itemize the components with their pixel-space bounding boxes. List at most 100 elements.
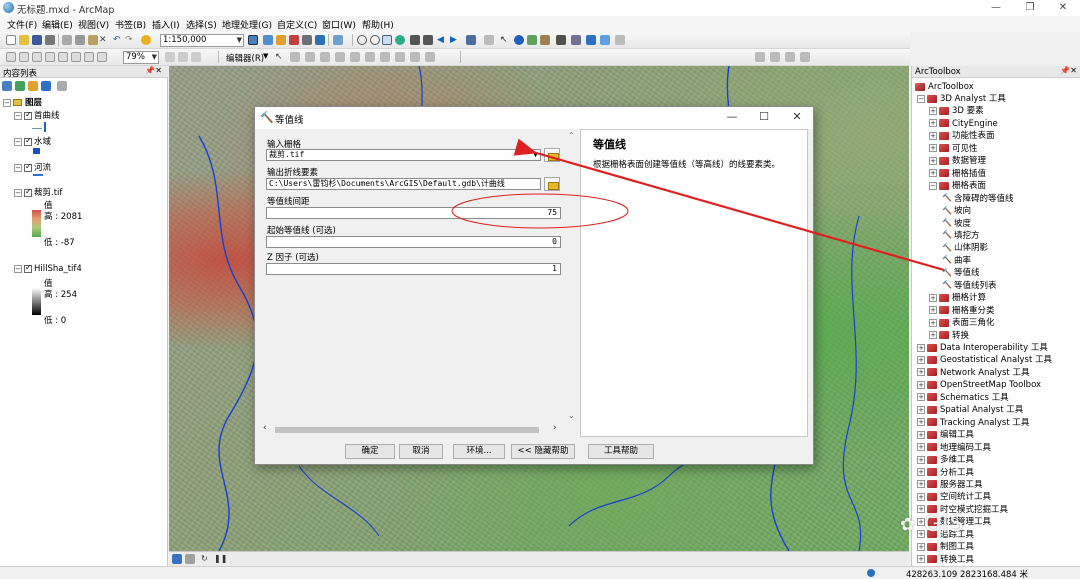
layout-forward-icon[interactable] (97, 52, 107, 62)
hyperlink-icon[interactable] (540, 35, 550, 45)
toolbox-tool-item[interactable]: 🔨 山体阴影 (942, 242, 988, 254)
select-features-icon[interactable] (466, 35, 476, 45)
toolbox-tool-item[interactable]: 🔨 坡度 (942, 218, 971, 230)
toolbox-item[interactable]: + 多维工具 (917, 454, 974, 466)
toolbox-tool-item[interactable]: 🔨 等值线 (942, 267, 980, 279)
dialog-close-icon[interactable]: ✕ (782, 110, 812, 123)
toolbox-item[interactable]: + 制图工具 (917, 541, 974, 553)
toolbox-item[interactable]: + Geostatistical Analyst 工具 (917, 354, 1052, 366)
menu-help[interactable]: 帮助(H) (362, 18, 394, 31)
expand-icon[interactable]: + (917, 405, 925, 414)
editor-toolbar-icon[interactable] (248, 35, 258, 45)
list-by-source-icon[interactable] (15, 81, 25, 91)
expand-icon[interactable]: + (929, 131, 937, 140)
collapse-icon[interactable]: − (917, 94, 925, 103)
fixed-zoom-in-icon[interactable] (410, 35, 420, 45)
pin-icon[interactable]: 📌✕ (1060, 66, 1077, 75)
create-features-icon[interactable] (425, 52, 435, 62)
toolbox-item[interactable]: + 栅格计算 (929, 292, 986, 304)
focus-data-frame-icon[interactable] (165, 52, 175, 62)
toolbox-item[interactable]: + 可见性 (929, 143, 978, 155)
vertical-scrollbar[interactable]: ⌃ ⌄ (566, 129, 578, 433)
fixed-zoom-out-icon[interactable] (423, 35, 433, 45)
toolbox-item[interactable]: + CityEngine (929, 118, 998, 130)
open-icon[interactable] (19, 35, 29, 45)
toc-layer-row[interactable]: − HillSha_tif4 (14, 263, 82, 274)
arctoolbox-icon[interactable] (289, 35, 299, 45)
toolbox-item[interactable]: + 功能性表面 (929, 130, 995, 142)
collapse-icon[interactable]: − (14, 163, 22, 172)
chevron-down-icon[interactable]: ▼ (533, 150, 538, 160)
layout-whole-page-icon[interactable] (58, 52, 68, 62)
menu-geoprocessing[interactable]: 地理处理(G) (222, 18, 272, 31)
straight-segment-icon[interactable] (305, 52, 315, 62)
scroll-down-icon[interactable]: ⌄ (568, 411, 575, 420)
collapse-icon[interactable]: − (3, 98, 11, 107)
select-elements-icon[interactable]: ↖ (500, 35, 510, 45)
pan-icon[interactable] (382, 35, 392, 45)
zoom-out-icon[interactable] (370, 35, 380, 45)
expand-icon[interactable]: + (929, 306, 937, 315)
toolbox-tool-item[interactable]: 🔨 等值线列表 (942, 280, 997, 292)
scroll-left-icon[interactable]: ‹ (263, 423, 267, 433)
expand-icon[interactable]: + (917, 555, 925, 564)
python-icon[interactable] (302, 35, 312, 45)
toolbox-item[interactable]: − 栅格表面 (929, 180, 986, 192)
toolbox-root[interactable]: ArcToolbox (915, 81, 974, 93)
toc-layer-row[interactable]: − 裁剪.tif (14, 186, 62, 198)
map-scale-combo[interactable]: 1:150,000 ▼ (160, 34, 244, 47)
full-extent-icon[interactable] (395, 35, 405, 45)
cut-icon[interactable] (62, 35, 72, 45)
toolbox-item[interactable]: + Tracking Analyst 工具 (917, 417, 1029, 429)
layout-zoom-in-icon[interactable] (6, 52, 16, 62)
toolbox-item[interactable]: + 编辑工具 (917, 429, 974, 441)
expand-icon[interactable]: + (917, 480, 925, 489)
layer-visibility-checkbox[interactable] (24, 187, 32, 197)
split-icon[interactable] (365, 52, 375, 62)
georeference-icon[interactable] (755, 52, 765, 62)
list-by-visibility-icon[interactable] (28, 81, 38, 91)
expand-icon[interactable]: + (917, 430, 925, 439)
toolbox-tool-item[interactable]: 🔨 坡向 (942, 205, 971, 217)
expand-icon[interactable]: + (929, 156, 937, 165)
scroll-right-icon[interactable]: › (553, 423, 557, 433)
new-document-icon[interactable] (6, 35, 16, 45)
expand-icon[interactable]: + (929, 144, 937, 153)
expand-icon[interactable]: + (917, 355, 925, 364)
scroll-up-icon[interactable]: ⌃ (568, 131, 575, 140)
dialog-maximize-icon[interactable]: ☐ (749, 110, 779, 123)
toc-layer-row[interactable]: − 首曲线 (14, 109, 60, 121)
browse-input-button[interactable] (544, 148, 560, 162)
editor-menu[interactable]: 编辑器(R) (226, 52, 264, 64)
expand-icon[interactable]: + (929, 169, 937, 178)
toolbox-item[interactable]: + Spatial Analyst 工具 (917, 404, 1023, 416)
toolbox-item[interactable]: + OpenStreetMap Toolbox (917, 379, 1041, 391)
expand-icon[interactable]: + (917, 542, 925, 551)
maximize-icon[interactable]: ❐ (1013, 0, 1047, 16)
collapse-icon[interactable]: − (14, 111, 22, 120)
menu-view[interactable]: 视图(V) (78, 18, 109, 31)
layout-page-icon[interactable] (45, 52, 55, 62)
toolbox-tool-item[interactable]: 🔨 曲率 (942, 255, 971, 267)
minimize-icon[interactable]: — (979, 0, 1013, 16)
toolbox-item[interactable]: + Data Interoperability 工具 (917, 342, 1048, 354)
expand-icon[interactable]: + (917, 393, 925, 402)
copy-icon[interactable] (75, 35, 85, 45)
layer-visibility-checkbox[interactable] (24, 263, 32, 273)
clear-selection-icon[interactable] (484, 35, 494, 45)
tool-help-button[interactable]: 工具帮助 (588, 444, 654, 459)
layer-visibility-checkbox[interactable] (24, 136, 32, 146)
expand-icon[interactable]: + (917, 368, 925, 377)
catalog-icon[interactable] (276, 35, 286, 45)
add-data-icon[interactable] (141, 35, 151, 45)
toolbox-item[interactable]: + 栅格插值 (929, 168, 986, 180)
input-raster-field[interactable]: 裁剪.tif ▼ (266, 149, 541, 161)
layout-back-icon[interactable] (84, 52, 94, 62)
browse-output-button[interactable] (544, 177, 560, 191)
layout-pan-icon[interactable] (32, 52, 42, 62)
toolbox-item[interactable]: + 服务器工具 (917, 479, 983, 491)
expand-icon[interactable]: + (929, 331, 937, 340)
expand-icon[interactable]: + (917, 492, 925, 501)
pin-icon[interactable]: 📌✕ (145, 66, 162, 75)
save-icon[interactable] (32, 35, 42, 45)
